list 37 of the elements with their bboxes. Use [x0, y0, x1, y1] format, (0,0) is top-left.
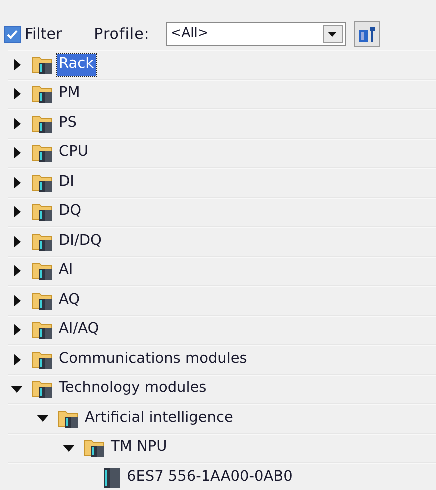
tree-item[interactable]: CPU	[57, 142, 90, 164]
tree-item[interactable]: Technology modules	[57, 378, 209, 400]
tree-item[interactable]: DQ	[57, 201, 84, 224]
tree-item[interactable]: PM	[57, 83, 82, 106]
folder-icon	[32, 114, 54, 133]
device-wrench-icon	[356, 24, 377, 44]
tree-item[interactable]: TM NPU	[109, 437, 170, 460]
tree-item[interactable]: DI	[57, 172, 76, 194]
filter-checkbox[interactable]	[4, 26, 21, 42]
tree-item[interactable]: Rack	[57, 54, 96, 76]
tree-item[interactable]: DI/DQ	[57, 230, 104, 253]
folder-icon	[32, 203, 54, 222]
folder-icon	[32, 380, 54, 398]
tree-item[interactable]: 6ES7 556-1AA00-0AB0	[125, 466, 295, 489]
caret-icon	[328, 32, 338, 36]
folder-icon	[58, 410, 80, 428]
folder-icon	[32, 262, 54, 280]
tree-item[interactable]: AI	[57, 260, 76, 282]
folder-icon	[32, 292, 54, 310]
profile-label: Profile:	[94, 24, 150, 45]
folder-icon	[32, 350, 54, 369]
folder-icon	[32, 321, 54, 340]
profile-dropdown[interactable]: <All>	[166, 22, 346, 46]
folder-icon	[32, 144, 54, 162]
folder-icon	[32, 232, 54, 251]
tree-item[interactable]: PS	[57, 112, 79, 135]
module-icon	[102, 466, 122, 489]
filter-label: Filter	[25, 24, 62, 45]
tree-item[interactable]: Artificial intelligence	[83, 408, 236, 430]
folder-icon	[84, 439, 106, 458]
tree-item[interactable]: AQ	[57, 290, 82, 312]
folder-icon	[32, 85, 54, 104]
tree-item[interactable]: Communications modules	[57, 348, 250, 371]
tree-item[interactable]: AI/AQ	[57, 319, 102, 342]
folder-icon	[32, 56, 54, 74]
folder-icon	[32, 174, 54, 192]
profile-settings-button[interactable]	[354, 21, 380, 47]
